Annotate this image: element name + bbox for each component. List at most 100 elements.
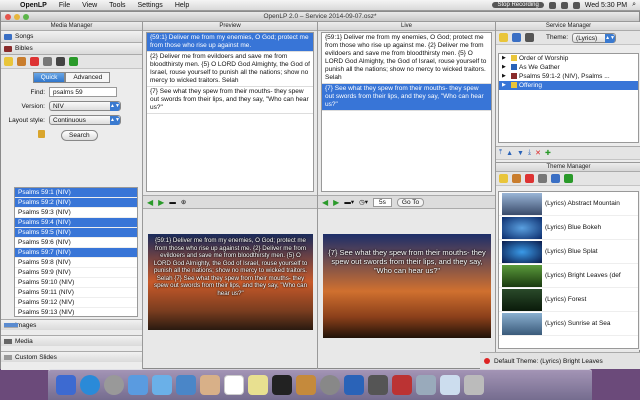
bibles-section[interactable]: Bibles [1,43,142,55]
delay-input[interactable]: 5s [373,197,392,207]
edit-theme-icon[interactable] [512,174,521,183]
stop-recording-button[interactable]: Stop Recording [492,2,544,8]
go-to-button[interactable]: Go To [396,197,425,207]
edit-icon[interactable] [17,57,26,66]
list-item[interactable]: Psalms 59:10 (NIV) [15,278,137,288]
garageband-icon[interactable] [296,375,316,395]
previous-slide-icon[interactable]: ◀ [147,198,153,207]
live-verse-list[interactable]: {59:1} Deliver me from my enemies, O God… [321,32,492,192]
new-theme-icon[interactable] [499,174,508,183]
battery-icon[interactable] [572,1,580,9]
search-button[interactable]: Search [61,129,98,141]
menu-file[interactable]: File [53,2,76,9]
list-item[interactable]: Psalms 59:6 (NIV) [15,238,137,248]
service-item[interactable]: ▶ As We Gather [499,63,638,72]
time-machine-icon[interactable] [320,375,340,395]
print-icon[interactable] [525,33,534,42]
theme-select[interactable]: (Lyrics) ▲▼ [572,32,617,43]
menu-help[interactable]: Help [169,2,195,9]
menu-view[interactable]: View [76,2,103,9]
list-item[interactable]: Psalms 59:7 (NIV) [15,248,137,258]
quicktime-icon[interactable] [392,375,412,395]
close-window-icon[interactable] [5,14,11,20]
tab-advanced[interactable]: Advanced [65,72,111,83]
list-item[interactable]: Psalms 59:4 (NIV) [15,218,137,228]
app-store-icon[interactable] [128,375,148,395]
expand-arrow-icon[interactable]: ▶ [502,54,506,63]
global-theme-icon[interactable] [564,174,573,183]
list-item[interactable]: Psalms 59:12 (NIV) [15,298,137,308]
list-item[interactable]: Psalms 59:13 (NIV) [15,308,137,316]
theme-item[interactable]: (Lyrics) Sunrise at Sea [499,312,638,336]
next-slide-icon[interactable]: ▶ [158,198,164,207]
documents-icon[interactable] [440,375,460,395]
system-preferences-icon[interactable] [104,375,124,395]
expand-icon[interactable]: ✚ [545,149,551,157]
terminal-icon[interactable] [368,375,388,395]
go-live-icon[interactable] [56,57,65,66]
finder-icon[interactable] [56,375,76,395]
version-select[interactable]: NIV ▲▼ [49,101,121,111]
theme-item[interactable]: (Lyrics) Abstract Mountain [499,192,638,216]
service-item[interactable]: ▶ Offering [499,81,638,90]
contacts-icon[interactable] [200,375,220,395]
service-item-list[interactable]: ▶ Order of Worship ▶ As We Gather ▶ Psalms 59… [498,53,639,143]
verse-row[interactable]: {7} See what they spew from their mouths… [322,84,491,111]
media-section[interactable]: Media [1,335,142,346]
list-item[interactable]: Psalms 59:9 (NIV) [15,268,137,278]
move-bottom-icon[interactable]: ⤓ [528,149,531,157]
theme-item[interactable]: (Lyrics) Blue Bokeh [499,216,638,240]
menu-tools[interactable]: Tools [103,2,131,9]
previous-slide-icon[interactable]: ◀ [322,198,328,207]
openlp-icon[interactable] [344,375,364,395]
next-slide-icon[interactable]: ▶ [333,198,339,207]
import-icon[interactable] [4,57,13,66]
move-down-icon[interactable]: ▼ [517,150,524,157]
downloads-icon[interactable] [416,375,436,395]
calendar-icon[interactable] [224,375,244,395]
list-item[interactable]: Psalms 59:3 (NIV) [15,208,137,218]
menu-settings[interactable]: Settings [132,2,169,9]
safari-icon[interactable] [80,375,100,395]
import-theme-icon[interactable] [538,174,547,183]
trash-icon[interactable] [464,375,484,395]
verse-row[interactable]: {2} Deliver me from evildoers and save m… [147,52,313,87]
go-live-icon[interactable]: ▬ [169,199,176,206]
delete-theme-icon[interactable] [525,174,534,183]
service-item[interactable]: ▶ Psalms 59:1-2 (NIV), Psalms ... [499,72,638,81]
move-top-icon[interactable]: ⤒ [499,149,502,157]
search-results-list[interactable]: Psalms 59:1 (NIV) Psalms 59:2 (NIV) Psalms… [14,187,138,317]
export-theme-icon[interactable] [551,174,560,183]
expand-arrow-icon[interactable]: ▶ [502,72,506,81]
verse-row[interactable]: {59:1} Deliver me from my enemies, O God… [322,33,491,84]
display-icon[interactable]: ▬▾ [344,198,354,206]
theme-list[interactable]: (Lyrics) Abstract Mountain (Lyrics) Blue … [498,191,639,349]
layout-style-select[interactable]: Continuous ▲▼ [49,115,121,125]
menu-app[interactable]: OpenLP [14,2,53,9]
list-item[interactable]: Psalms 59:11 (NIV) [15,288,137,298]
expand-arrow-icon[interactable]: ▶ [502,63,506,72]
preview-verse-list[interactable]: {59:1} Deliver me from my enemies, O God… [146,32,314,192]
photo-booth-icon[interactable] [272,375,292,395]
tab-quick[interactable]: Quick [32,72,66,83]
spotlight-icon[interactable]: ⌕ [632,1,636,9]
list-item[interactable]: Psalms 59:8 (NIV) [15,258,137,268]
add-to-service-icon[interactable] [69,57,78,66]
expand-arrow-icon[interactable]: ▶ [502,81,506,90]
custom-slides-section[interactable]: Custom Slides [1,351,142,362]
add-to-service-icon[interactable]: ⊕ [181,198,186,206]
preview-app-icon[interactable] [176,375,196,395]
notes-icon[interactable] [248,375,268,395]
list-item[interactable]: Psalms 59:5 (NIV) [15,228,137,238]
minimize-window-icon[interactable] [14,14,20,20]
find-input[interactable]: psalms 59 [49,87,117,97]
verse-row[interactable]: {7} See what they spew from their mouths… [147,87,313,114]
songs-section[interactable]: Songs [1,31,142,43]
open-service-icon[interactable] [499,33,508,42]
wifi-icon[interactable] [548,1,556,9]
list-item[interactable]: Psalms 59:1 (NIV) [15,188,137,198]
preview-icon[interactable] [43,57,52,66]
save-service-icon[interactable] [512,33,521,42]
verse-row[interactable]: {59:1} Deliver me from my enemies, O God… [147,33,313,52]
theme-item[interactable]: (Lyrics) Forest [499,288,638,312]
